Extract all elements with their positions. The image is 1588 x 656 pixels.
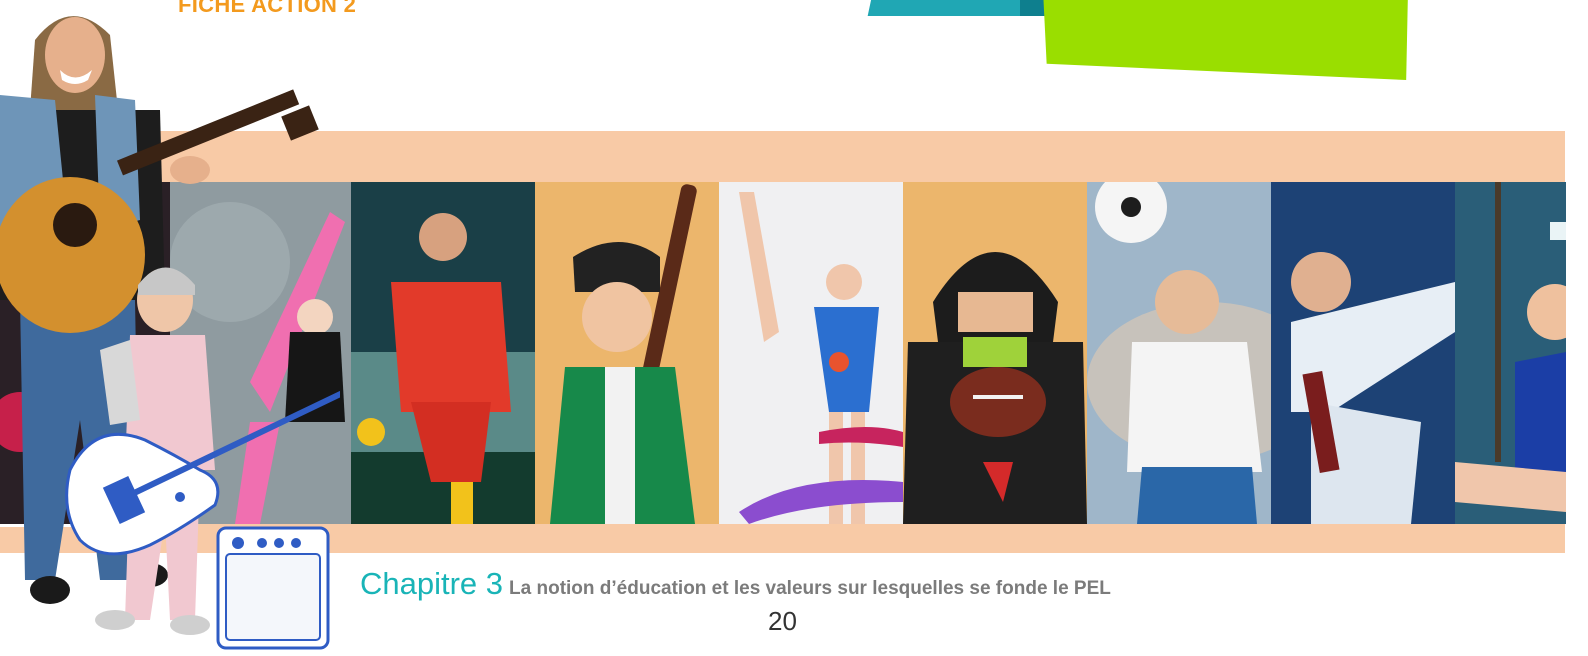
chapter-label: Chapitre 3 bbox=[360, 566, 504, 601]
soccer-player-photo bbox=[351, 182, 535, 524]
football-player-photo bbox=[903, 182, 1087, 524]
peach-band-left bbox=[0, 527, 160, 553]
dancers-photo bbox=[0, 182, 351, 524]
document-page: FICHE ACTION 2 Chapitre 3 La notion d’éd… bbox=[0, 0, 1588, 656]
chapter-subtitle: La notion d’éducation et les valeurs sur… bbox=[509, 578, 1111, 599]
soccer-header-photo bbox=[1087, 182, 1271, 524]
photo-strip bbox=[0, 182, 1568, 524]
karate-kid-photo bbox=[1271, 182, 1455, 524]
page-number: 20 bbox=[768, 606, 797, 636]
green-banner-decoration bbox=[1043, 0, 1408, 80]
chapter-footer: Chapitre 3 La notion d’éducation et les … bbox=[360, 566, 1111, 602]
gymnast-photo bbox=[719, 182, 903, 524]
action-title: FICHE ACTION 2 bbox=[178, 0, 357, 17]
rings-gymnast-photo bbox=[1455, 182, 1566, 524]
baseball-player-photo bbox=[535, 182, 719, 524]
